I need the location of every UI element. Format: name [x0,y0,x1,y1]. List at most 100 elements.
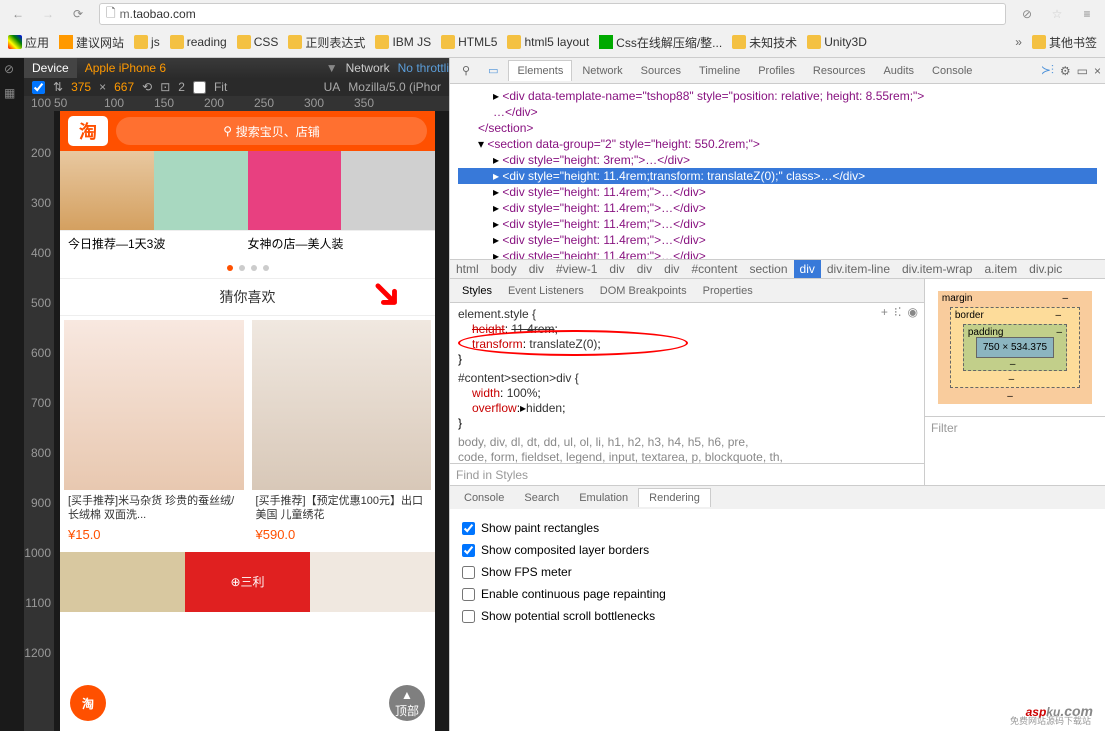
rotate-icon[interactable]: ⇅ [53,80,63,94]
repaint-checkbox[interactable] [462,588,475,601]
bookmark-folder[interactable]: IBM JS [375,35,431,49]
breadcrumb-item[interactable]: div [603,260,630,278]
tab-console[interactable]: Console [924,61,980,81]
product-card[interactable]: [买手推荐]【预定优惠100元】出口美国 儿童绣花 ¥590.0 [248,316,436,546]
device-toggle-icon[interactable]: ▭ [480,60,506,81]
drawer-toggle-icon[interactable]: ≻⫶ [1041,63,1054,78]
tab-dom-breakpoints[interactable]: DOM Breakpoints [592,282,695,300]
back-to-top-button[interactable]: ▲ 顶部 [389,685,425,721]
bookmark-item[interactable]: 建议网站 [59,34,124,51]
product-card[interactable]: [买手推荐]米马杂货 珍贵的蚕丝绒/长绒棉 双面洗... ¥15.0 [60,316,248,546]
bookmark-folder[interactable]: CSS [237,35,279,49]
product-carousel[interactable] [60,151,435,231]
apps-button[interactable]: 应用 [8,34,49,51]
bookmark-folder[interactable]: 未知技术 [732,34,797,51]
fps-meter-checkbox[interactable] [462,566,475,579]
settings-icon[interactable]: ⚙ [1060,64,1071,78]
animation-icon[interactable]: ◉ [908,305,918,320]
tab-sources[interactable]: Sources [633,61,689,81]
breadcrumb-item[interactable]: div [631,260,658,278]
bookmark-folder[interactable]: js [134,35,160,49]
box-filter[interactable]: Filter [925,416,1105,438]
selected-dom-node[interactable]: ▸ <div style="height: 11.4rem;transform:… [458,168,1097,184]
floating-logo[interactable]: 淘 [70,685,106,721]
zoom-icon: ⊡ [160,80,170,94]
dock-icon[interactable]: ▭ [1077,64,1088,78]
tab-elements[interactable]: Elements [508,60,572,81]
throttle-selector[interactable]: No throttli [398,61,449,75]
styles-panel[interactable]: + ⁝⁚ ◉ element.style { height: 11.4rem; … [450,303,924,463]
close-icon[interactable]: × [1094,64,1101,78]
product-thumb[interactable] [248,151,342,230]
product-image [252,320,432,490]
brand-logo[interactable]: ⊕三利 [185,552,310,612]
bookmark-folder[interactable]: Unity3D [807,35,867,49]
breadcrumb-item[interactable]: div [794,260,821,278]
url-bar[interactable]: 🗋 m.taobao.com [99,3,1006,25]
product-thumb[interactable] [60,552,185,612]
fit-checkbox[interactable] [193,81,206,94]
layer-borders-checkbox[interactable] [462,544,475,557]
menu-icon[interactable]: ≡ [1074,3,1100,25]
tab-profiles[interactable]: Profiles [750,61,803,81]
tab-resources[interactable]: Resources [805,61,874,81]
tab-audits[interactable]: Audits [875,61,922,81]
bookmark-folder[interactable]: 正则表达式 [288,34,365,51]
search-icon[interactable]: ⚲ [454,60,478,81]
paint-rects-checkbox[interactable] [462,522,475,535]
breadcrumb-item[interactable]: body [485,260,523,278]
new-rule-icon[interactable]: + [881,305,888,320]
fit-label: Fit [214,80,227,94]
breadcrumb-item[interactable]: #content [685,260,743,278]
dom-tree[interactable]: ▸ <div data-template-name="tshop88" styl… [450,84,1105,259]
tab-network[interactable]: Network [574,61,630,81]
strip-icon[interactable]: ▦ [4,86,20,102]
product-thumb[interactable] [341,151,435,230]
mobile-viewport[interactable]: 淘 ⚲ 搜索宝贝、店铺 今日推荐—1天3波 女神の店—美人装 [60,111,435,731]
styles-filter[interactable]: Find in Styles [450,463,924,485]
bookmark-star-icon[interactable]: ☆ [1044,3,1070,25]
breadcrumb-item[interactable]: html [450,260,485,278]
breadcrumb-item[interactable]: #view-1 [550,260,603,278]
back-button[interactable]: ← [5,3,31,25]
bookmark-item[interactable]: Css在线解压缩/整... [599,34,722,51]
tab-timeline[interactable]: Timeline [691,61,748,81]
ua-value: Mozilla/5.0 (iPhor [348,80,441,94]
tab-search[interactable]: Search [514,489,569,507]
breadcrumb-item[interactable]: div.pic [1023,260,1068,278]
extension-icon[interactable]: ⊘ [1014,3,1040,25]
bookmark-folder[interactable]: HTML5 [441,35,497,49]
product-thumb[interactable] [60,151,154,230]
carousel-label: 今日推荐—1天3波 [68,235,248,252]
breadcrumb-item[interactable]: div [658,260,685,278]
tab-console[interactable]: Console [454,489,514,507]
dimensions-checkbox[interactable] [32,81,45,94]
tab-emulation[interactable]: Emulation [569,489,638,507]
breadcrumb-item[interactable]: div [523,260,550,278]
tab-rendering[interactable]: Rendering [638,488,711,507]
bookmark-folder[interactable]: 其他书签 [1032,34,1097,51]
scroll-bottleneck-checkbox[interactable] [462,610,475,623]
bookmark-folder[interactable]: reading [170,35,227,49]
bookmark-folder[interactable]: html5 layout [507,35,589,49]
breadcrumb-item[interactable]: div.item-line [821,260,896,278]
breadcrumb-item[interactable]: a.item [978,260,1023,278]
taobao-logo[interactable]: 淘 [68,116,108,146]
overflow-icon[interactable]: » [1015,35,1022,49]
breadcrumb-item[interactable]: div.item-wrap [896,260,978,278]
product-thumb[interactable] [310,552,435,612]
block-icon[interactable]: ⊘ [4,62,20,78]
device-selector[interactable]: Apple iPhone 6 [77,61,326,75]
search-bar[interactable]: ⚲ 搜索宝贝、店铺 [116,117,427,145]
product-thumb[interactable] [154,151,248,230]
toggle-state-icon[interactable]: ⁝⁚ [894,305,902,320]
tab-event-listeners[interactable]: Event Listeners [500,282,592,300]
reload-button[interactable]: ⟳ [65,3,91,25]
forward-button[interactable]: → [35,3,61,25]
width-input[interactable]: 375 [71,80,91,94]
height-input[interactable]: 667 [114,80,134,94]
tab-properties[interactable]: Properties [695,282,761,300]
breadcrumb-item[interactable]: section [743,260,793,278]
tab-styles[interactable]: Styles [454,282,500,300]
swap-icon[interactable]: ⟲ [142,80,152,94]
